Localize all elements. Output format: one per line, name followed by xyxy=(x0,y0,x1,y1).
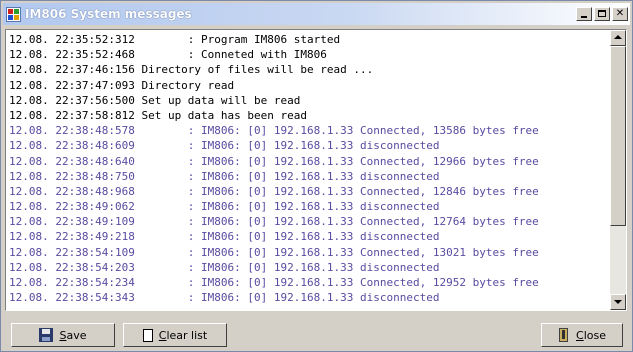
log-line: 12.08. 22:38:48:578 : IM806: [0] 192.168… xyxy=(9,124,539,138)
vertical-scrollbar[interactable] xyxy=(610,30,626,310)
log-line: 12.08. 22:38:49:218 : IM806: [0] 192.168… xyxy=(9,230,440,244)
minimize-icon xyxy=(581,16,587,18)
close-button-label: Close xyxy=(576,328,606,342)
close-window-button[interactable]: ✕ xyxy=(612,7,628,21)
arrow-down-icon xyxy=(614,300,622,304)
log-line: 12.08. 22:38:48:609 : IM806: [0] 192.168… xyxy=(9,139,440,153)
blank-page-icon xyxy=(142,328,153,342)
exit-door-icon xyxy=(558,327,570,343)
log-line: 12.08. 22:37:56:500 Set up data will be … xyxy=(9,93,301,107)
log-line: 12.08. 22:37:46:156 Directory of files w… xyxy=(9,63,374,77)
close-icon: ✕ xyxy=(615,8,625,19)
scroll-down-button[interactable] xyxy=(610,294,626,310)
system-messages-window: IM806 System messages ✕ 12.08. 22:35:52:… xyxy=(0,0,633,352)
log-line: 12.08. 22:38:48:750 : IM806: [0] 192.168… xyxy=(9,169,440,183)
log-line: 12.08. 22:37:58:812 Set up data has been… xyxy=(9,108,308,122)
maximize-icon xyxy=(598,10,606,17)
close-button[interactable]: Close xyxy=(541,323,623,347)
scroll-up-button[interactable] xyxy=(610,30,626,46)
log-line: 12.08. 22:38:54:234 : IM806: [0] 192.168… xyxy=(9,276,539,289)
app-icon[interactable] xyxy=(6,6,21,22)
log-line: 12.08. 22:38:48:968 : IM806: [0] 192.168… xyxy=(9,184,539,198)
window-title: IM806 System messages xyxy=(25,7,192,21)
clear-list-button[interactable]: Clear list xyxy=(123,323,227,347)
arrow-up-icon xyxy=(614,35,622,39)
log-line: 12.08. 22:38:48:640 : IM806: [0] 192.168… xyxy=(9,154,539,168)
title-bar[interactable]: IM806 System messages ✕ xyxy=(3,3,630,25)
save-button[interactable]: Save xyxy=(11,323,115,347)
maximize-button[interactable] xyxy=(594,7,610,21)
log-line: 12.08. 22:37:47:093 Directory read xyxy=(9,78,235,92)
log-line: 12.08. 22:38:49:109 : IM806: [0] 192.168… xyxy=(9,215,539,229)
log-line: 12.08. 22:35:52:468 : Conneted with IM80… xyxy=(9,48,327,62)
log-line: 12.08. 22:38:49:062 : IM806: [0] 192.168… xyxy=(9,200,440,214)
log-line: 12.08. 22:38:54:343 : IM806: [0] 192.168… xyxy=(9,291,440,305)
log-line: 12.08. 22:38:54:203 : IM806: [0] 192.168… xyxy=(9,260,440,274)
floppy-disk-icon xyxy=(39,328,54,342)
log-line: 12.08. 22:38:54:109 : IM806: [0] 192.168… xyxy=(9,245,539,259)
log-line: 12.08. 22:35:52:312 : Program IM806 star… xyxy=(9,33,341,46)
save-button-label: Save xyxy=(59,328,87,342)
scroll-thumb[interactable] xyxy=(610,46,626,226)
minimize-button[interactable] xyxy=(576,7,592,21)
clear-list-button-label: Clear list xyxy=(158,328,208,342)
message-log[interactable]: 12.08. 22:35:52:312 : Program IM806 star… xyxy=(5,29,627,311)
message-log-lines: 12.08. 22:35:52:312 : Program IM806 star… xyxy=(9,32,609,305)
